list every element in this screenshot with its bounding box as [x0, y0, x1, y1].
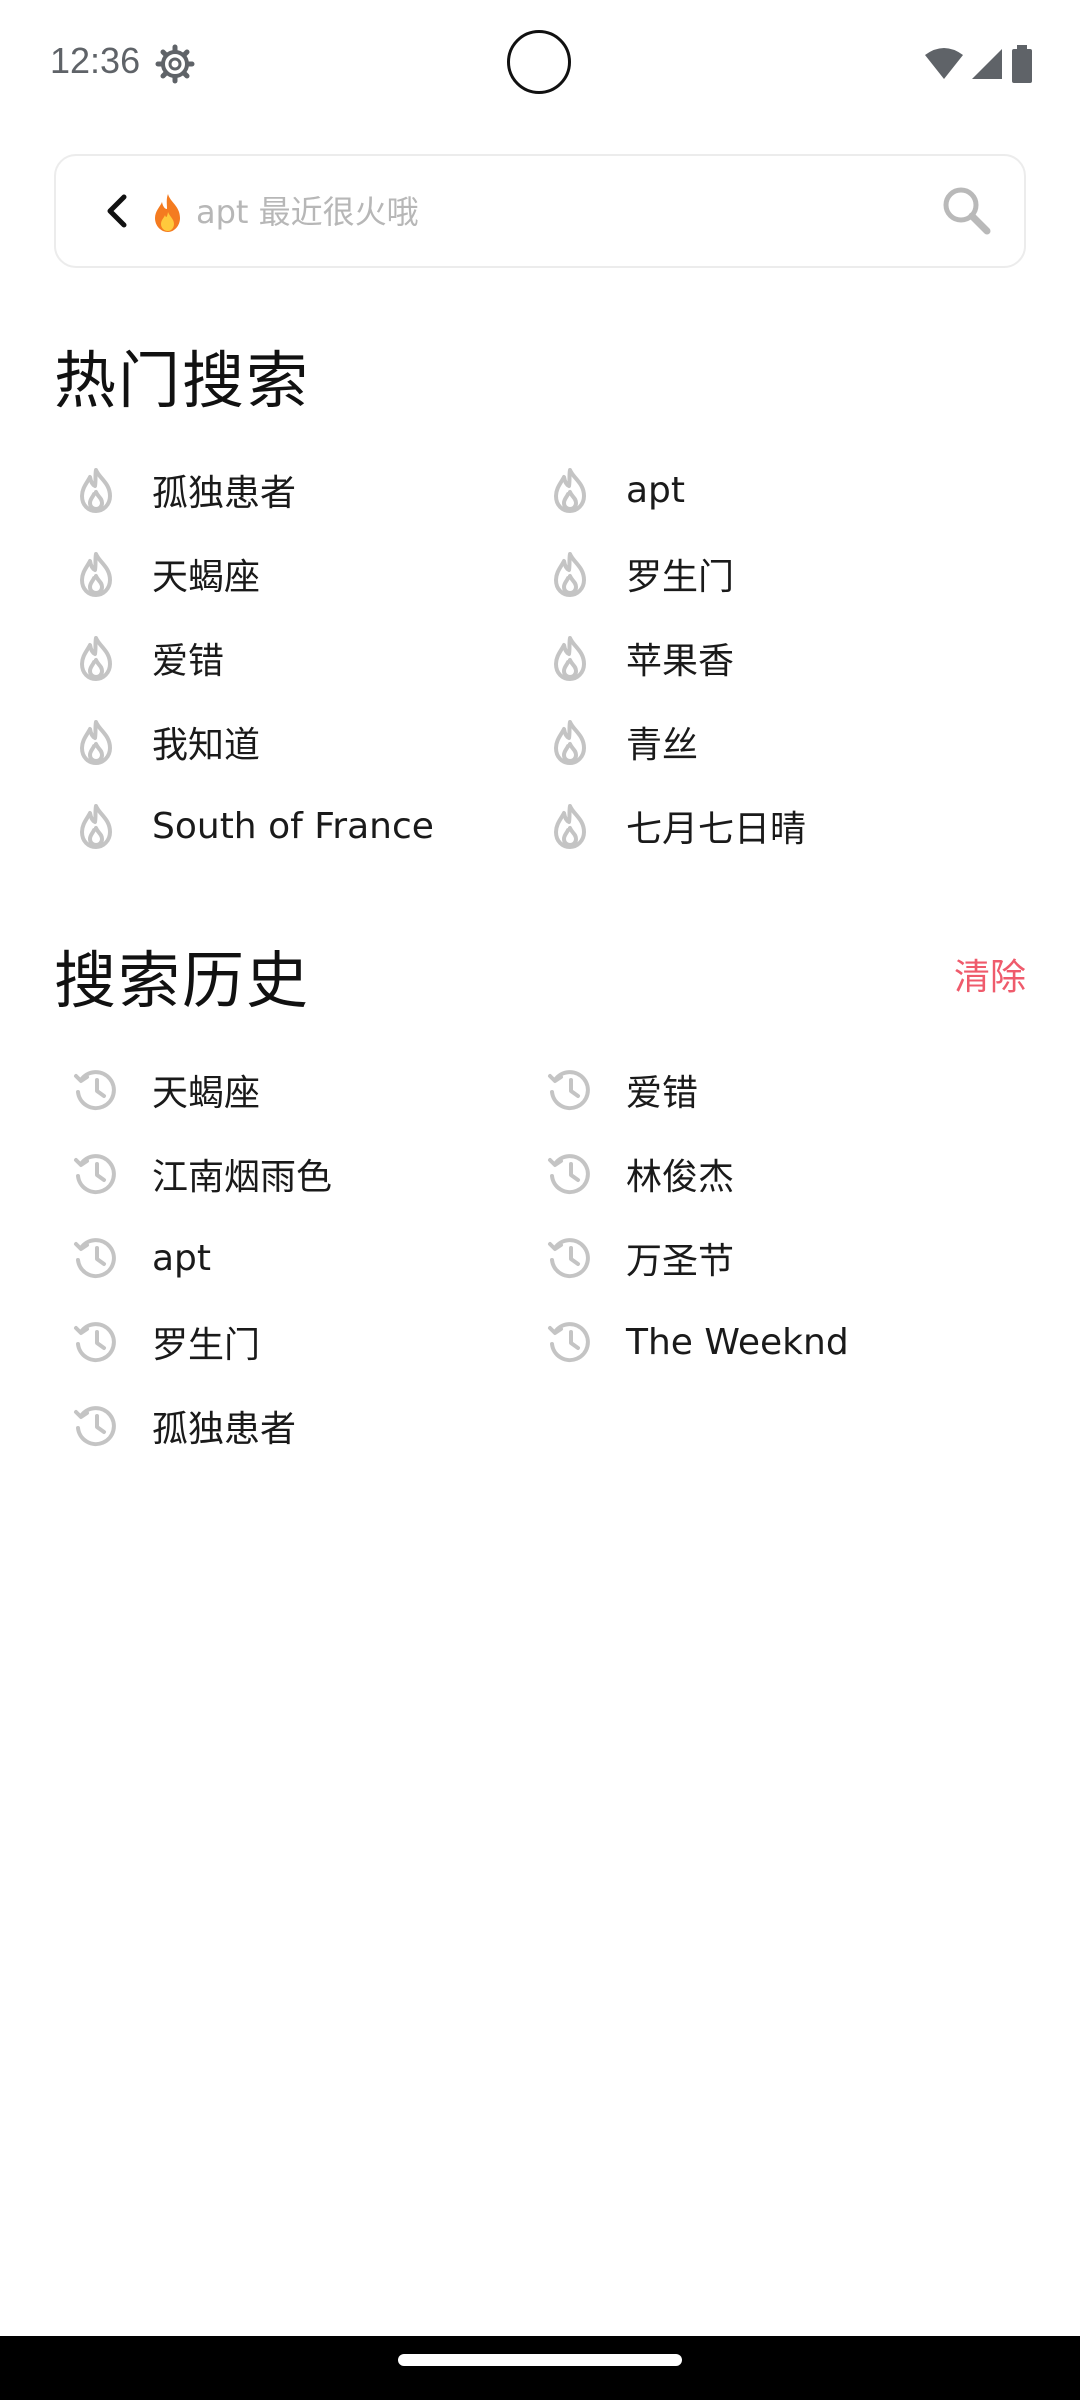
history-clock-icon [72, 1234, 120, 1282]
flame-icon [72, 634, 120, 682]
history-item[interactable]: 爱错 [474, 1048, 944, 1132]
history-item[interactable]: apt [0, 1216, 470, 1300]
history-item-label: 万圣节 [626, 1241, 735, 1282]
search-icon [943, 187, 991, 235]
hot-search-item[interactable]: apt [474, 448, 944, 532]
status-time: 12:36 [50, 40, 141, 81]
back-button[interactable] [92, 186, 142, 236]
history-clock-icon [546, 1318, 594, 1366]
history-item-label: 爱错 [626, 1073, 699, 1114]
history-clock-icon [546, 1066, 594, 1114]
hot-search-item[interactable]: 罗生门 [474, 532, 944, 616]
history-item[interactable]: The Weeknd [474, 1300, 944, 1384]
hot-search-item-label: 青丝 [626, 725, 699, 766]
battery-icon [1010, 44, 1034, 88]
hot-search-item[interactable]: 天蝎座 [0, 532, 470, 616]
hot-search-item-label: 孤独患者 [152, 473, 297, 514]
history-item[interactable]: 罗生门 [0, 1300, 470, 1384]
search-bar [54, 154, 1026, 268]
history-item-label: 孤独患者 [152, 1409, 297, 1450]
history-item-label: 江南烟雨色 [152, 1157, 333, 1198]
hot-search-item[interactable]: 苹果香 [474, 616, 944, 700]
app-screen: 12:36 apt 最近很火哦 热门搜索 孤独患者 apt 天蝎座 罗生门 爱错… [0, 0, 1080, 2400]
front-camera [507, 30, 571, 94]
history-item[interactable]: 江南烟雨色 [0, 1132, 470, 1216]
system-navigation-bar [0, 2336, 1080, 2400]
flame-icon [72, 550, 120, 598]
hot-search-item-label: 我知道 [152, 725, 261, 766]
flame-icon [546, 802, 594, 850]
history-title: 搜索历史 [54, 944, 311, 1017]
history-item-label: 林俊杰 [626, 1157, 735, 1198]
history-item-label: apt [152, 1237, 212, 1279]
flame-icon [546, 550, 594, 598]
history-clock-icon [72, 1318, 120, 1366]
hot-search-item-label: 七月七日晴 [626, 809, 807, 850]
hot-search-item[interactable]: 我知道 [0, 700, 470, 784]
search-button[interactable] [938, 182, 994, 238]
hot-search-item-label: 苹果香 [626, 641, 735, 682]
hot-search-item-label: 爱错 [152, 641, 225, 682]
home-gesture-handle[interactable] [398, 2354, 682, 2366]
status-bar: 12:36 [0, 0, 1080, 130]
chevron-left-icon [107, 194, 127, 228]
hot-search-item[interactable]: South of France [0, 784, 470, 868]
hot-search-title: 热门搜索 [54, 344, 311, 417]
status-indicators [924, 44, 1034, 88]
flame-icon [546, 466, 594, 514]
clear-history-button[interactable]: 清除 [954, 948, 1026, 1000]
history-item-label: The Weeknd [626, 1321, 849, 1363]
history-item[interactable]: 万圣节 [474, 1216, 944, 1300]
hot-search-item[interactable]: 孤独患者 [0, 448, 470, 532]
flame-icon [546, 718, 594, 766]
hot-search-item-label: 天蝎座 [152, 557, 261, 598]
hot-search-item-label: South of France [152, 805, 434, 847]
history-clock-icon [72, 1402, 120, 1450]
history-clock-icon [546, 1234, 594, 1282]
hot-search-item[interactable]: 青丝 [474, 700, 944, 784]
history-clock-icon [72, 1066, 120, 1114]
history-clock-icon [546, 1150, 594, 1198]
search-input[interactable] [148, 182, 928, 242]
wifi-icon [924, 47, 964, 85]
hot-search-item-label: apt [626, 469, 686, 511]
hot-search-item[interactable]: 爱错 [0, 616, 470, 700]
flame-icon [72, 802, 120, 850]
gear-icon [155, 44, 195, 84]
flame-icon [72, 466, 120, 514]
history-item[interactable]: 孤独患者 [0, 1384, 470, 1468]
hot-search-item-label: 罗生门 [626, 557, 735, 598]
hot-search-item[interactable]: 七月七日晴 [474, 784, 944, 868]
history-item[interactable]: 林俊杰 [474, 1132, 944, 1216]
cellular-signal-icon [970, 47, 1004, 85]
flame-icon [72, 718, 120, 766]
history-item-label: 罗生门 [152, 1325, 261, 1366]
flame-icon [546, 634, 594, 682]
history-item-label: 天蝎座 [152, 1073, 261, 1114]
history-item[interactable]: 天蝎座 [0, 1048, 470, 1132]
history-clock-icon [72, 1150, 120, 1198]
